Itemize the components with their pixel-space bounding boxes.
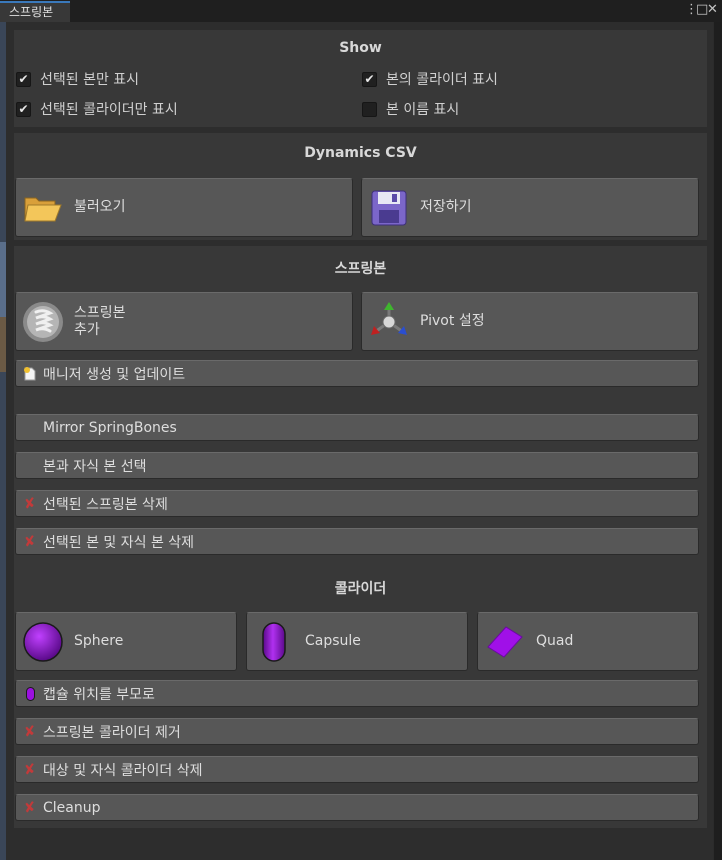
quad-collider-button[interactable]: Quad xyxy=(477,612,699,671)
load-csv-button[interactable]: 불러오기 xyxy=(15,178,353,237)
pivot-setup-button[interactable]: Pivot 설정 xyxy=(361,292,699,351)
delete-bone-children-label: 선택된 본 및 자식 본 삭제 xyxy=(43,534,195,551)
delete-x-icon: ✘ xyxy=(22,722,38,741)
delete-x-icon: ✘ xyxy=(22,494,38,513)
checkbox-show-bone-colliders[interactable]: ✔ xyxy=(362,71,377,87)
sphere-icon xyxy=(23,621,63,662)
tab-bar: 스프링본 ⋮□✕ xyxy=(0,0,722,22)
maximize-icon[interactable]: □ xyxy=(696,2,708,17)
mirror-springbones-button[interactable]: Mirror SpringBones xyxy=(15,414,699,441)
option-show-bone-colliders[interactable]: ✔ 본의 콜라이더 표시 xyxy=(362,69,498,89)
option-label: 선택된 콜라이더만 표시 xyxy=(40,102,178,118)
scrollbar-track[interactable] xyxy=(714,22,722,860)
delete-x-icon: ✘ xyxy=(22,760,38,779)
cleanup-button[interactable]: ✘ Cleanup xyxy=(15,794,699,821)
checkbox-show-bone-names[interactable] xyxy=(362,101,377,117)
show-title: Show xyxy=(339,40,382,56)
close-icon[interactable]: ✕ xyxy=(707,2,718,17)
capsule-to-parent-label: 캡슐 위치를 부모로 xyxy=(43,686,155,703)
window-controls: ⋮□✕ xyxy=(685,2,718,17)
option-label: 본 이름 표시 xyxy=(386,102,460,118)
tab-springbone[interactable]: 스프링본 xyxy=(0,1,70,22)
manager-update-button[interactable]: 매니저 생성 및 업데이트 xyxy=(15,360,699,387)
capsule-to-parent-button[interactable]: 캡슐 위치를 부모로 xyxy=(15,680,699,707)
option-label: 본의 콜라이더 표시 xyxy=(386,72,498,88)
delete-target-colliders-label: 대상 및 자식 콜라이더 삭제 xyxy=(43,762,203,779)
add-springbone-button[interactable]: 스프링본 추가 xyxy=(15,292,353,351)
manager-update-label: 매니저 생성 및 업데이트 xyxy=(43,366,186,383)
add-springbone-label: 스프링본 추가 xyxy=(74,304,126,338)
spring-icon xyxy=(23,301,63,342)
delete-x-icon: ✘ xyxy=(22,532,38,551)
collider-title: 콜라이더 xyxy=(334,581,387,597)
show-section: Show ✔ 선택된 본만 표시 ✔ 본의 콜라이더 표시 ✔ 선택된 콜라이더… xyxy=(14,30,707,127)
delete-bone-children-button[interactable]: ✘ 선택된 본 및 자식 본 삭제 xyxy=(15,528,699,555)
delete-selected-springbone-label: 선택된 스프링본 삭제 xyxy=(43,496,168,513)
checkbox-show-selected-bones[interactable]: ✔ xyxy=(16,71,31,87)
option-label: 선택된 본만 표시 xyxy=(40,72,140,88)
checkbox-show-selected-colliders[interactable]: ✔ xyxy=(16,101,31,117)
csv-title: Dynamics CSV xyxy=(304,145,417,161)
option-show-selected-colliders[interactable]: ✔ 선택된 콜라이더만 표시 xyxy=(16,99,178,119)
option-show-selected-bones[interactable]: ✔ 선택된 본만 표시 xyxy=(16,69,139,89)
option-show-bone-names[interactable]: 본 이름 표시 xyxy=(362,99,459,119)
more-options-icon[interactable]: ⋮ xyxy=(685,2,698,17)
capsule-icon xyxy=(262,621,286,662)
floppy-disk-icon xyxy=(371,190,407,225)
cleanup-label: Cleanup xyxy=(43,799,101,816)
new-document-icon xyxy=(23,366,37,382)
small-capsule-icon xyxy=(23,686,37,702)
load-csv-label: 불러오기 xyxy=(74,199,126,215)
capsule-collider-button[interactable]: Capsule xyxy=(246,612,468,671)
pivot-axes-icon xyxy=(371,301,407,335)
quad-label: Quad xyxy=(536,633,574,649)
quad-icon xyxy=(487,625,523,658)
delete-x-icon: ✘ xyxy=(22,798,38,817)
delete-target-colliders-button[interactable]: ✘ 대상 및 자식 콜라이더 삭제 xyxy=(15,756,699,783)
remove-springbone-collider-button[interactable]: ✘ 스프링본 콜라이더 제거 xyxy=(15,718,699,745)
springbone-title: 스프링본 xyxy=(334,261,387,277)
select-bone-children-label: 본과 자식 본 선택 xyxy=(43,458,147,475)
sphere-collider-button[interactable]: Sphere xyxy=(15,612,237,671)
folder-open-icon xyxy=(24,197,62,221)
capsule-label: Capsule xyxy=(305,633,361,649)
sphere-label: Sphere xyxy=(74,633,124,649)
save-csv-label: 저장하기 xyxy=(420,199,472,215)
remove-springbone-collider-label: 스프링본 콜라이더 제거 xyxy=(43,724,181,741)
mirror-springbones-label: Mirror SpringBones xyxy=(43,419,177,436)
springbone-panel: Show ✔ 선택된 본만 표시 ✔ 본의 콜라이더 표시 ✔ 선택된 콜라이더… xyxy=(6,22,713,860)
save-csv-button[interactable]: 저장하기 xyxy=(361,178,699,237)
select-bone-children-button[interactable]: 본과 자식 본 선택 xyxy=(15,452,699,479)
pivot-setup-label: Pivot 설정 xyxy=(420,313,485,329)
delete-selected-springbone-button[interactable]: ✘ 선택된 스프링본 삭제 xyxy=(15,490,699,517)
